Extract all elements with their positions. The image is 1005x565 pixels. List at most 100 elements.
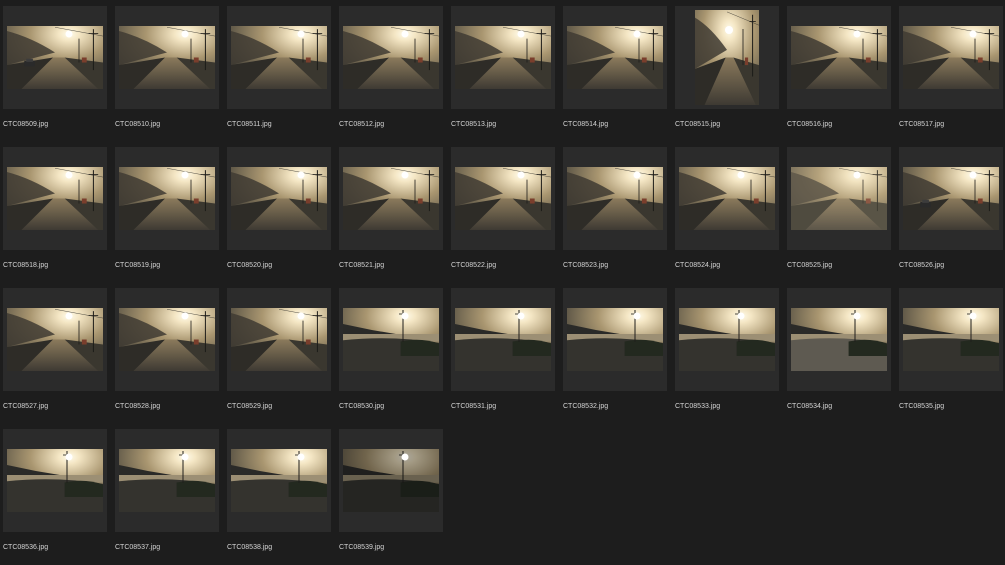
thumbnail-filename[interactable]: CTC08518.jpg xyxy=(3,261,48,270)
thumbnail-filename[interactable]: CTC08535.jpg xyxy=(899,402,944,411)
thumbnail-filename[interactable]: CTC08519.jpg xyxy=(115,261,160,270)
thumbnail-tile[interactable] xyxy=(3,288,107,391)
thumbnail-tile[interactable] xyxy=(339,288,443,391)
thumbnail-filename[interactable]: CTC08514.jpg xyxy=(563,120,608,129)
thumbnail-image[interactable] xyxy=(903,167,999,230)
thumbnail-filename[interactable]: CTC08516.jpg xyxy=(787,120,832,129)
thumbnail-tile[interactable] xyxy=(675,288,779,391)
thumbnail-filename[interactable]: CTC08527.jpg xyxy=(3,402,48,411)
thumbnail-item[interactable]: CTC08537.jpg xyxy=(115,429,219,554)
thumbnail-item[interactable]: CTC08524.jpg xyxy=(675,147,779,272)
thumbnail-tile[interactable] xyxy=(227,429,331,532)
thumbnail-image[interactable] xyxy=(455,308,551,371)
thumbnail-tile[interactable] xyxy=(563,6,667,109)
thumbnail-image[interactable] xyxy=(343,308,439,371)
thumbnail-item[interactable]: CTC08509.jpg xyxy=(3,6,107,131)
thumbnail-tile[interactable] xyxy=(115,288,219,391)
thumbnail-item[interactable]: CTC08523.jpg xyxy=(563,147,667,272)
thumbnail-tile[interactable] xyxy=(563,147,667,250)
thumbnail-item[interactable]: CTC08516.jpg xyxy=(787,6,891,131)
thumbnail-tile[interactable] xyxy=(787,147,891,250)
thumbnail-tile[interactable] xyxy=(339,429,443,532)
thumbnail-filename[interactable]: CTC08528.jpg xyxy=(115,402,160,411)
thumbnail-image[interactable] xyxy=(695,10,759,105)
thumbnail-item[interactable]: CTC08529.jpg xyxy=(227,288,331,413)
thumbnail-filename[interactable]: CTC08510.jpg xyxy=(115,120,160,129)
thumbnail-tile[interactable] xyxy=(675,147,779,250)
thumbnail-filename[interactable]: CTC08533.jpg xyxy=(675,402,720,411)
thumbnail-filename[interactable]: CTC08538.jpg xyxy=(227,543,272,552)
thumbnail-image[interactable] xyxy=(119,308,215,371)
thumbnail-image[interactable] xyxy=(567,167,663,230)
thumbnail-filename[interactable]: CTC08534.jpg xyxy=(787,402,832,411)
thumbnail-image[interactable] xyxy=(231,26,327,89)
thumbnail-item[interactable]: CTC08538.jpg xyxy=(227,429,331,554)
thumbnail-filename[interactable]: CTC08539.jpg xyxy=(339,543,384,552)
thumbnail-image[interactable] xyxy=(231,167,327,230)
thumbnail-image[interactable] xyxy=(791,26,887,89)
thumbnail-image[interactable] xyxy=(791,167,887,230)
thumbnail-item[interactable]: CTC08518.jpg xyxy=(3,147,107,272)
thumbnail-tile[interactable] xyxy=(451,147,555,250)
thumbnail-item[interactable]: CTC08539.jpg xyxy=(339,429,443,554)
thumbnail-image[interactable] xyxy=(679,167,775,230)
thumbnail-filename[interactable]: CTC08517.jpg xyxy=(899,120,944,129)
thumbnail-filename[interactable]: CTC08525.jpg xyxy=(787,261,832,270)
thumbnail-tile[interactable] xyxy=(3,147,107,250)
thumbnail-item[interactable]: CTC08522.jpg xyxy=(451,147,555,272)
thumbnail-image[interactable] xyxy=(567,308,663,371)
thumbnail-filename[interactable]: CTC08524.jpg xyxy=(675,261,720,270)
thumbnail-tile[interactable] xyxy=(227,288,331,391)
thumbnail-item[interactable]: CTC08514.jpg xyxy=(563,6,667,131)
thumbnail-image[interactable] xyxy=(343,449,439,512)
thumbnail-filename[interactable]: CTC08512.jpg xyxy=(339,120,384,129)
thumbnail-tile[interactable] xyxy=(675,6,779,109)
thumbnail-image[interactable] xyxy=(903,26,999,89)
thumbnail-tile[interactable] xyxy=(3,6,107,109)
thumbnail-image[interactable] xyxy=(119,167,215,230)
thumbnail-item[interactable]: CTC08531.jpg xyxy=(451,288,555,413)
thumbnail-item[interactable]: CTC08527.jpg xyxy=(3,288,107,413)
thumbnail-image[interactable] xyxy=(567,26,663,89)
thumbnail-tile[interactable] xyxy=(227,6,331,109)
thumbnail-image[interactable] xyxy=(231,308,327,371)
thumbnail-tile[interactable] xyxy=(787,288,891,391)
thumbnail-item[interactable]: CTC08517.jpg xyxy=(899,6,1003,131)
thumbnail-tile[interactable] xyxy=(451,288,555,391)
thumbnail-filename[interactable]: CTC08509.jpg xyxy=(3,120,48,129)
thumbnail-image[interactable] xyxy=(455,26,551,89)
thumbnail-filename[interactable]: CTC08520.jpg xyxy=(227,261,272,270)
thumbnail-tile[interactable] xyxy=(115,429,219,532)
thumbnail-image[interactable] xyxy=(7,449,103,512)
thumbnail-tile[interactable] xyxy=(787,6,891,109)
thumbnail-item[interactable]: CTC08530.jpg xyxy=(339,288,443,413)
thumbnail-image[interactable] xyxy=(119,449,215,512)
thumbnail-item[interactable]: CTC08528.jpg xyxy=(115,288,219,413)
thumbnail-image[interactable] xyxy=(791,308,887,371)
thumbnail-image[interactable] xyxy=(343,167,439,230)
thumbnail-image[interactable] xyxy=(119,26,215,89)
thumbnail-tile[interactable] xyxy=(339,6,443,109)
thumbnail-filename[interactable]: CTC08526.jpg xyxy=(899,261,944,270)
thumbnail-image[interactable] xyxy=(231,449,327,512)
thumbnail-filename[interactable]: CTC08522.jpg xyxy=(451,261,496,270)
thumbnail-filename[interactable]: CTC08536.jpg xyxy=(3,543,48,552)
thumbnail-item[interactable]: CTC08521.jpg xyxy=(339,147,443,272)
thumbnail-item[interactable]: CTC08534.jpg xyxy=(787,288,891,413)
thumbnail-tile[interactable] xyxy=(899,6,1003,109)
thumbnail-item[interactable]: CTC08511.jpg xyxy=(227,6,331,131)
thumbnail-item[interactable]: CTC08533.jpg xyxy=(675,288,779,413)
thumbnail-image[interactable] xyxy=(7,26,103,89)
thumbnail-tile[interactable] xyxy=(3,429,107,532)
thumbnail-filename[interactable]: CTC08530.jpg xyxy=(339,402,384,411)
thumbnail-item[interactable]: CTC08520.jpg xyxy=(227,147,331,272)
thumbnail-filename[interactable]: CTC08511.jpg xyxy=(227,120,272,129)
thumbnail-filename[interactable]: CTC08537.jpg xyxy=(115,543,160,552)
thumbnail-item[interactable]: CTC08526.jpg xyxy=(899,147,1003,272)
thumbnail-item[interactable]: CTC08535.jpg xyxy=(899,288,1003,413)
thumbnail-filename[interactable]: CTC08532.jpg xyxy=(563,402,608,411)
thumbnail-filename[interactable]: CTC08513.jpg xyxy=(451,120,496,129)
thumbnail-tile[interactable] xyxy=(227,147,331,250)
thumbnail-item[interactable]: CTC08513.jpg xyxy=(451,6,555,131)
thumbnail-tile[interactable] xyxy=(339,147,443,250)
